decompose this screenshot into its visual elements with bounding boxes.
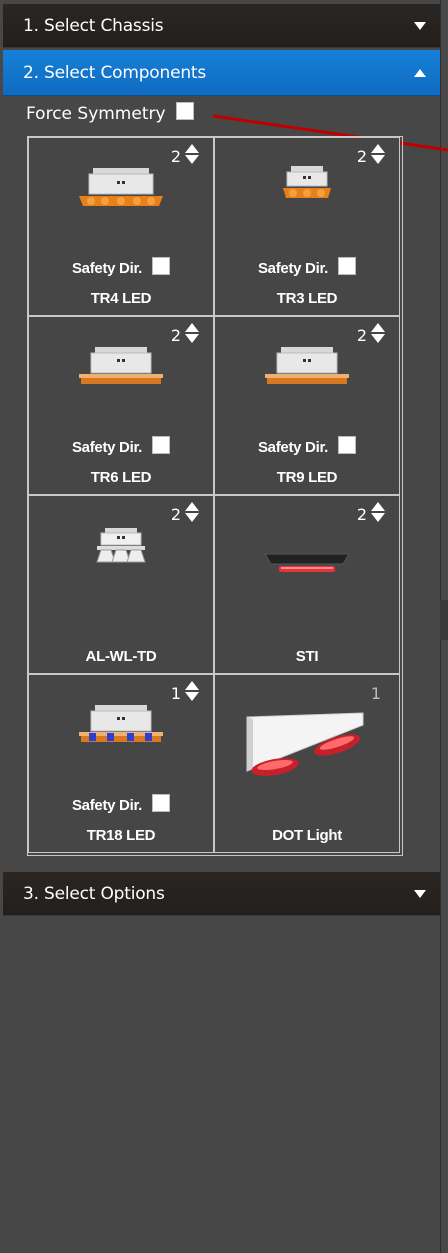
increment-arrow-icon[interactable] — [371, 502, 385, 511]
accordion-select-options[interactable]: 3. Select Options — [3, 872, 440, 916]
safety-direction-row: Safety Dir. — [215, 435, 399, 456]
decrement-arrow-icon[interactable] — [371, 334, 385, 343]
component-card-tr9[interactable]: 2 Safety Dir. TR9 LED — [214, 316, 400, 495]
increment-arrow-icon[interactable] — [371, 144, 385, 153]
increment-arrow-icon[interactable] — [371, 323, 385, 332]
lightbar-blue-amber-icon — [79, 705, 163, 742]
lightbar-amber-small-icon — [283, 166, 331, 198]
decrement-arrow-icon[interactable] — [185, 334, 199, 343]
safety-label: Safety Dir. — [257, 439, 329, 456]
component-name: TR3 LED — [276, 290, 338, 307]
force-symmetry-row: Force Symmetry — [26, 102, 194, 124]
work-light-icon — [96, 528, 146, 563]
decrement-arrow-icon[interactable] — [371, 155, 385, 164]
component-name: TR4 LED — [90, 290, 152, 307]
increment-arrow-icon[interactable] — [185, 144, 199, 153]
component-card-tr6[interactable]: 2 Safety Dir. TR6 LED — [28, 316, 214, 495]
safety-direction-checkbox[interactable] — [338, 256, 357, 275]
decrement-arrow-icon[interactable] — [185, 155, 199, 164]
component-name: STI — [295, 648, 319, 665]
collapse-panel-handle[interactable] — [440, 600, 448, 640]
force-symmetry-label: Force Symmetry — [26, 104, 166, 124]
quantity-value: 2 — [170, 326, 181, 345]
safety-direction-row: Safety Dir. — [29, 256, 213, 277]
lightbar-slim-icon — [79, 347, 163, 384]
quantity-stepper[interactable]: 2 — [171, 502, 199, 524]
safety-direction-row: Safety Dir. — [215, 256, 399, 277]
quantity-value: 2 — [170, 147, 181, 166]
increment-arrow-icon[interactable] — [185, 681, 199, 690]
component-name: TR6 LED — [90, 469, 152, 486]
safety-direction-checkbox[interactable] — [338, 435, 357, 454]
accordion-options-label: 3. Select Options — [23, 883, 165, 904]
component-card-tr18[interactable]: 1 Safety Dir. TR18 LED — [28, 674, 214, 853]
accordion-select-chassis[interactable]: 1. Select Chassis — [3, 4, 440, 48]
quantity-stepper[interactable]: 1 — [171, 681, 199, 703]
lightbar-amber-icon — [79, 168, 163, 206]
accordion-select-components[interactable]: 2. Select Components — [3, 50, 440, 96]
component-name: DOT Light — [272, 827, 342, 844]
component-card-tr4[interactable]: 2 Safety Dir. TR4 LED — [28, 137, 214, 316]
chevron-down-icon — [414, 889, 426, 898]
safety-label: Safety Dir. — [71, 260, 143, 277]
quantity-value: 2 — [356, 326, 367, 345]
quantity-stepper[interactable]: 2 — [357, 323, 385, 345]
decrement-arrow-icon[interactable] — [185, 513, 199, 522]
quantity-stepper[interactable]: 2 — [357, 502, 385, 524]
quantity-stepper[interactable]: 2 — [171, 323, 199, 345]
accordion-chassis-label: 1. Select Chassis — [23, 15, 164, 36]
dot-light-icon — [246, 712, 364, 776]
safety-direction-row: Safety Dir. — [29, 793, 213, 814]
safety-label: Safety Dir. — [71, 797, 143, 814]
component-card-dot-light[interactable]: 1 DOT Light — [214, 674, 400, 853]
decrement-arrow-icon[interactable] — [371, 513, 385, 522]
component-card-al-wl-td[interactable]: 2 AL-WL-TD — [28, 495, 214, 674]
quantity-value: 1 — [370, 684, 381, 703]
chevron-down-icon — [414, 21, 426, 30]
safety-direction-row: Safety Dir. — [29, 435, 213, 456]
safety-direction-checkbox[interactable] — [152, 793, 171, 812]
quantity-stepper[interactable]: 2 — [171, 144, 199, 166]
force-symmetry-checkbox[interactable] — [175, 102, 194, 120]
component-card-sti[interactable]: 2 STI — [214, 495, 400, 674]
quantity-value: 2 — [170, 505, 181, 524]
quantity-display: 1 — [371, 681, 385, 703]
quantity-value: 2 — [356, 505, 367, 524]
decrement-arrow-icon[interactable] — [185, 692, 199, 701]
quantity-value: 1 — [170, 684, 181, 703]
component-name: TR18 LED — [86, 827, 156, 844]
safety-direction-checkbox[interactable] — [152, 256, 171, 275]
safety-label: Safety Dir. — [71, 439, 143, 456]
increment-arrow-icon[interactable] — [185, 502, 199, 511]
accordion-components-label: 2. Select Components — [23, 62, 207, 83]
stop-light-icon — [264, 553, 350, 572]
quantity-stepper[interactable]: 2 — [357, 144, 385, 166]
component-card-tr3[interactable]: 2 Safety Dir. TR3 LED — [214, 137, 400, 316]
component-name: AL-WL-TD — [85, 648, 157, 665]
safety-label: Safety Dir. — [257, 260, 329, 277]
components-grid: 2 Safety Dir. TR4 LED 2 Safety Dir. TR3 … — [27, 136, 403, 856]
lightbar-slim-icon — [265, 347, 349, 384]
safety-direction-checkbox[interactable] — [152, 435, 171, 454]
chevron-up-icon — [414, 68, 426, 77]
quantity-value: 2 — [356, 147, 367, 166]
component-name: TR9 LED — [276, 469, 338, 486]
increment-arrow-icon[interactable] — [185, 323, 199, 332]
